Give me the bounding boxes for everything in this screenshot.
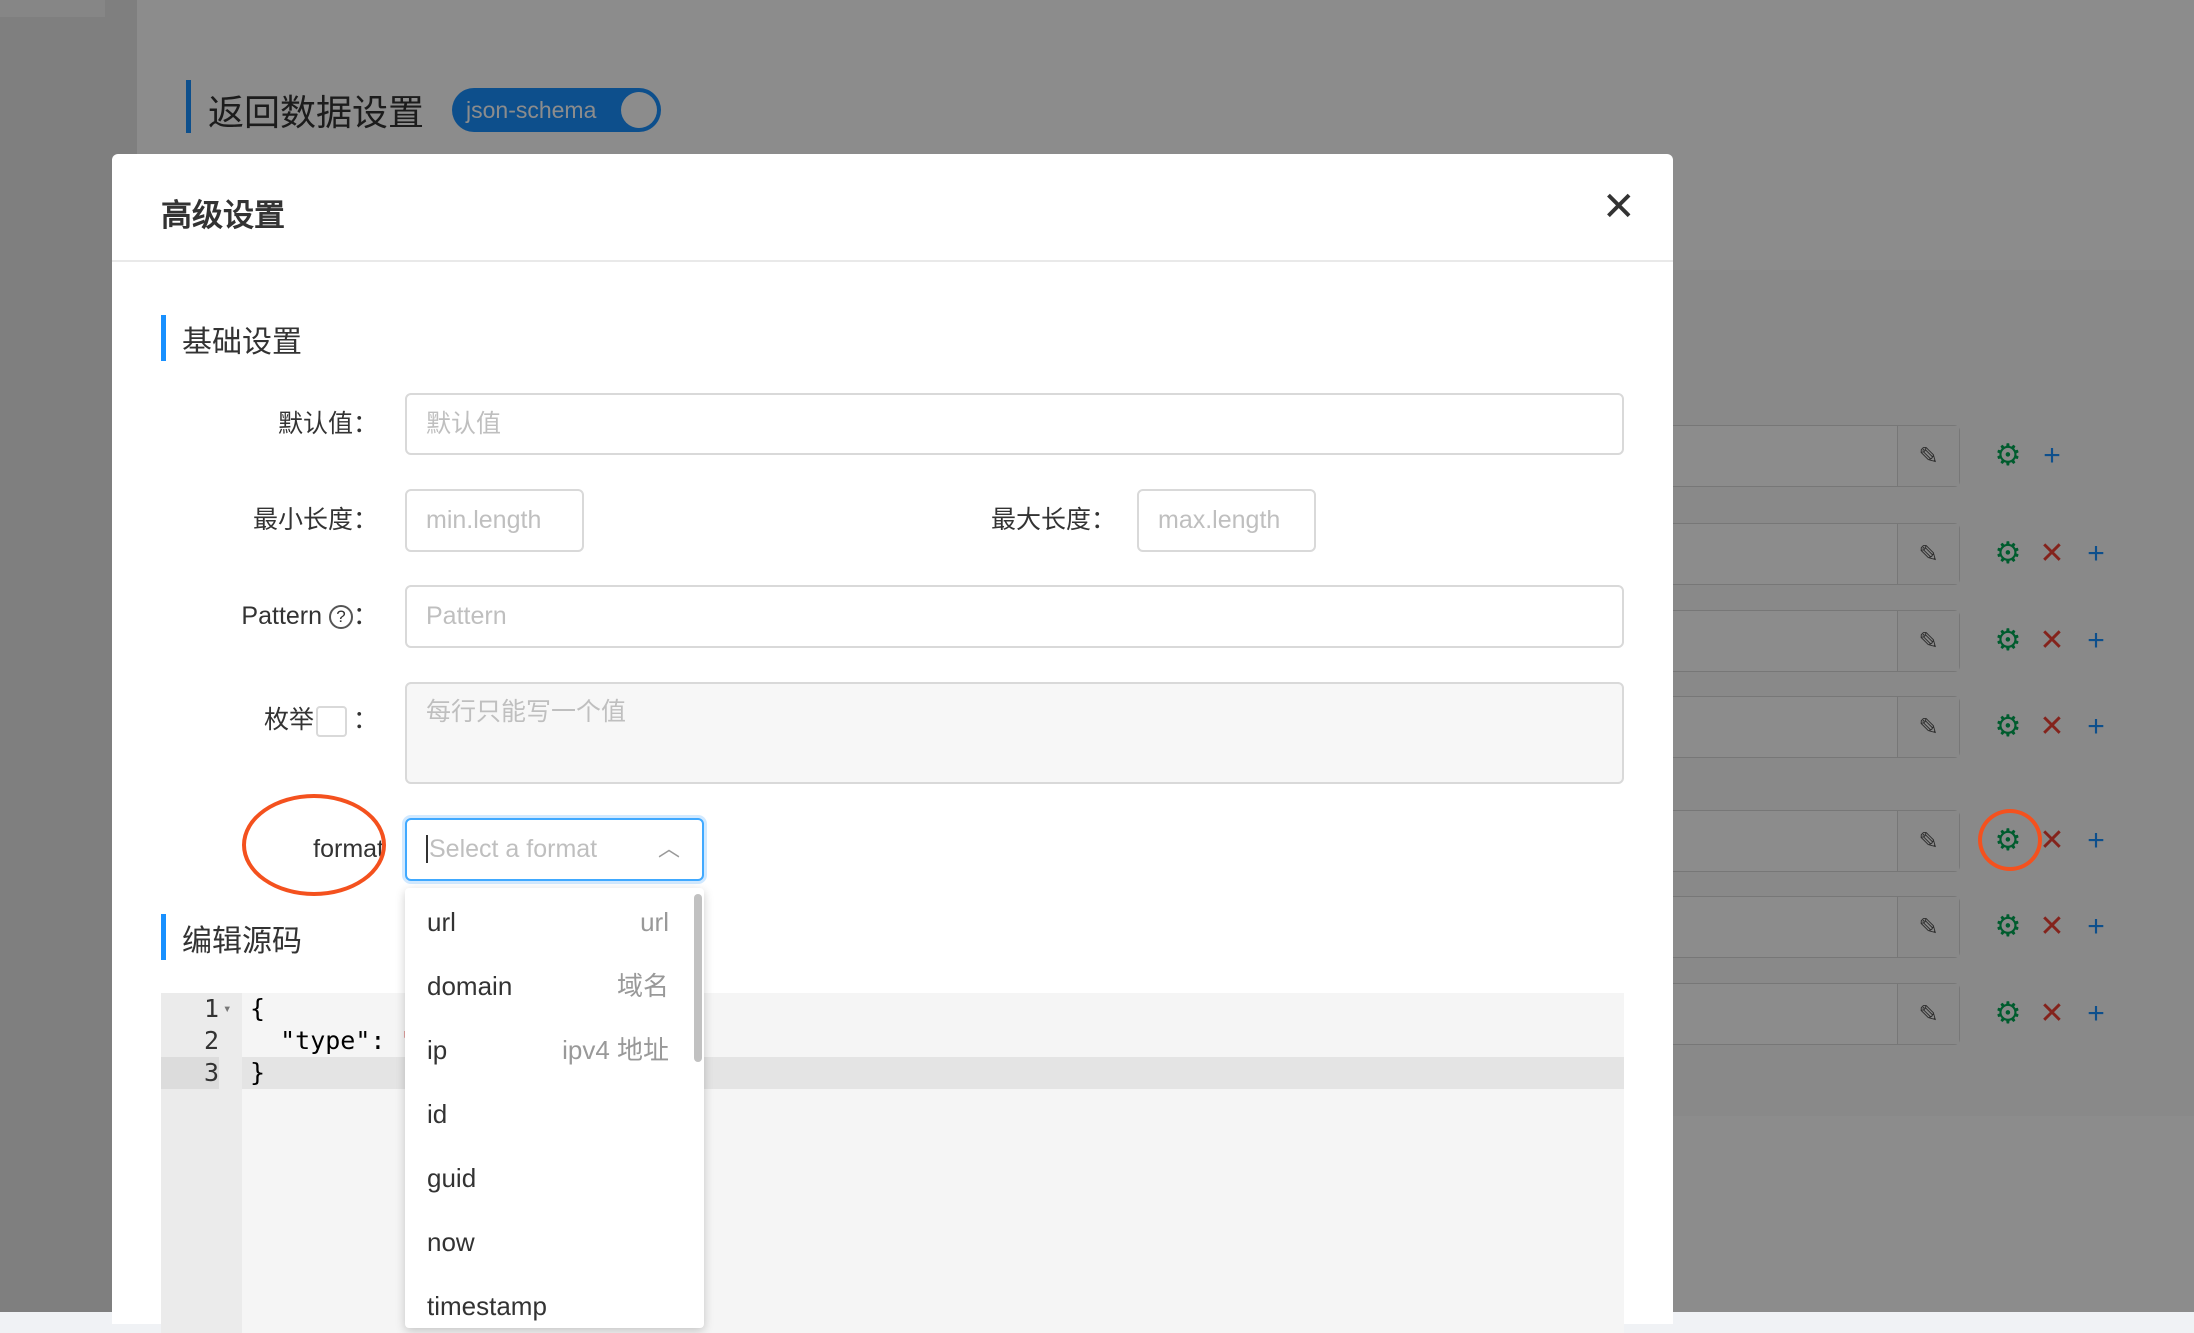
option-value: id: [427, 1099, 448, 1129]
code-line: "type": ": [250, 1025, 415, 1057]
option-value: now: [427, 1227, 475, 1257]
code-editor[interactable]: 1 2 3 ▾ { "type": " }: [161, 993, 1624, 1333]
close-icon[interactable]: ✕: [1602, 184, 1636, 230]
max-length-label: 最大长度：: [990, 506, 1116, 534]
min-length-label: 最小长度：: [252, 506, 378, 534]
format-option[interactable]: now: [405, 1210, 695, 1274]
option-desc: 域名: [616, 971, 669, 1001]
option-value: domain: [427, 971, 513, 1001]
enum-label: 枚举 ：: [152, 702, 378, 738]
option-desc: url: [640, 907, 669, 937]
enum-checkbox[interactable]: [315, 705, 347, 737]
pattern-label: Pattern ?：: [152, 585, 378, 647]
format-option[interactable]: url url: [405, 890, 695, 954]
default-value-input[interactable]: 默认值: [405, 393, 1624, 455]
option-value: guid: [427, 1163, 477, 1193]
format-select[interactable]: Select a format ︿: [405, 818, 704, 881]
line-number: 2: [203, 1026, 219, 1055]
section-bar: [161, 914, 166, 960]
section-bar: [161, 315, 166, 361]
chevron-up-icon: ︿: [657, 836, 680, 861]
basic-settings-heading: 基础设置: [182, 326, 302, 359]
code-line: {: [250, 994, 266, 1023]
format-option[interactable]: domain 域名: [405, 954, 695, 1018]
edit-source-heading: 编辑源码: [182, 925, 302, 958]
min-length-input[interactable]: min.length: [405, 489, 584, 552]
option-value: url: [427, 907, 456, 937]
format-option[interactable]: id: [405, 1082, 695, 1146]
active-line: [161, 1057, 1624, 1089]
enum-textarea[interactable]: 每行只能写一个值: [405, 682, 1624, 784]
default-label: 默认值：: [277, 410, 378, 438]
format-option[interactable]: ip ipv4 地址: [405, 1018, 695, 1082]
option-value: ip: [427, 1035, 448, 1065]
annotation-circle-format: [242, 794, 386, 896]
option-desc: ipv4 地址: [562, 1035, 669, 1065]
code-key: "type":: [250, 1026, 401, 1055]
enum-label-text: 枚举: [263, 706, 314, 734]
colon: ：: [352, 602, 378, 630]
max-length-input[interactable]: max.length: [1137, 489, 1316, 552]
line-number: 3: [161, 1057, 219, 1089]
dropdown-scrollbar[interactable]: [694, 894, 702, 1062]
option-value: timestamp: [427, 1291, 547, 1321]
advanced-settings-modal: 高级设置 ✕ 基础设置 默认值： 默认值 最小长度： min.length 最大…: [112, 154, 1673, 1333]
code-line: }: [250, 1058, 266, 1087]
format-option[interactable]: timestamp: [405, 1274, 695, 1328]
format-dropdown: url url domain 域名 ip ipv4 地址 id guid now timestam…: [405, 888, 704, 1328]
pattern-label-text: Pattern: [241, 602, 323, 630]
modal-title: 高级设置: [161, 198, 285, 233]
annotation-circle-gear: [1978, 809, 2042, 871]
fold-arrow-icon[interactable]: ▾: [223, 993, 231, 1025]
pattern-input[interactable]: Pattern: [405, 585, 1624, 648]
format-option[interactable]: guid: [405, 1146, 695, 1210]
help-icon[interactable]: ?: [328, 605, 353, 630]
line-number: 1: [203, 994, 219, 1023]
format-placeholder: Select a format: [426, 835, 598, 863]
modal-header: 高级设置 ✕: [112, 154, 1673, 262]
colon: ：: [352, 706, 378, 734]
